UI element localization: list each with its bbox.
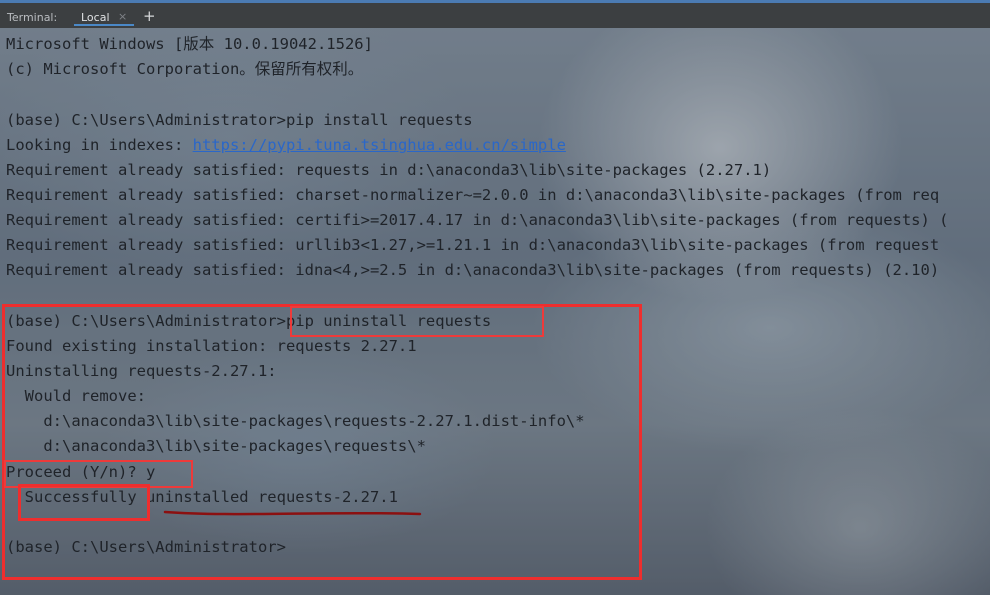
terminal-line: Requirement already satisfied: charset-n… [6,186,940,204]
tab-local[interactable]: Local × [74,6,134,26]
terminal-title: Terminal: [7,11,58,24]
uninstall-highlight-box [2,304,642,580]
terminal-line: Requirement already satisfied: requests … [6,161,772,179]
terminal-tab-bar: Terminal: Local × + [0,0,990,28]
terminal-line: (base) C:\Users\Administrator>pip instal… [6,111,473,129]
command-highlight-box [290,306,544,337]
close-icon[interactable]: × [118,10,127,23]
terminal-line: (c) Microsoft Corporation。保留所有权利。 [6,60,364,78]
index-label: Looking in indexes: [6,136,193,154]
terminal-line: Requirement already satisfied: certifi>=… [6,211,949,229]
successfully-highlight-box [18,484,150,521]
terminal-line: Requirement already satisfied: idna<4,>=… [6,261,940,279]
terminal-line: Microsoft Windows [版本 10.0.19042.1526] [6,35,373,53]
terminal-line: Requirement already satisfied: urllib3<1… [6,236,940,254]
tab-local-label: Local [81,11,110,24]
terminal-line: Looking in indexes: https://pypi.tuna.ts… [6,133,566,158]
new-tab-button[interactable]: + [143,7,156,25]
index-url-link[interactable]: https://pypi.tuna.tsinghua.edu.cn/simple [193,136,566,154]
